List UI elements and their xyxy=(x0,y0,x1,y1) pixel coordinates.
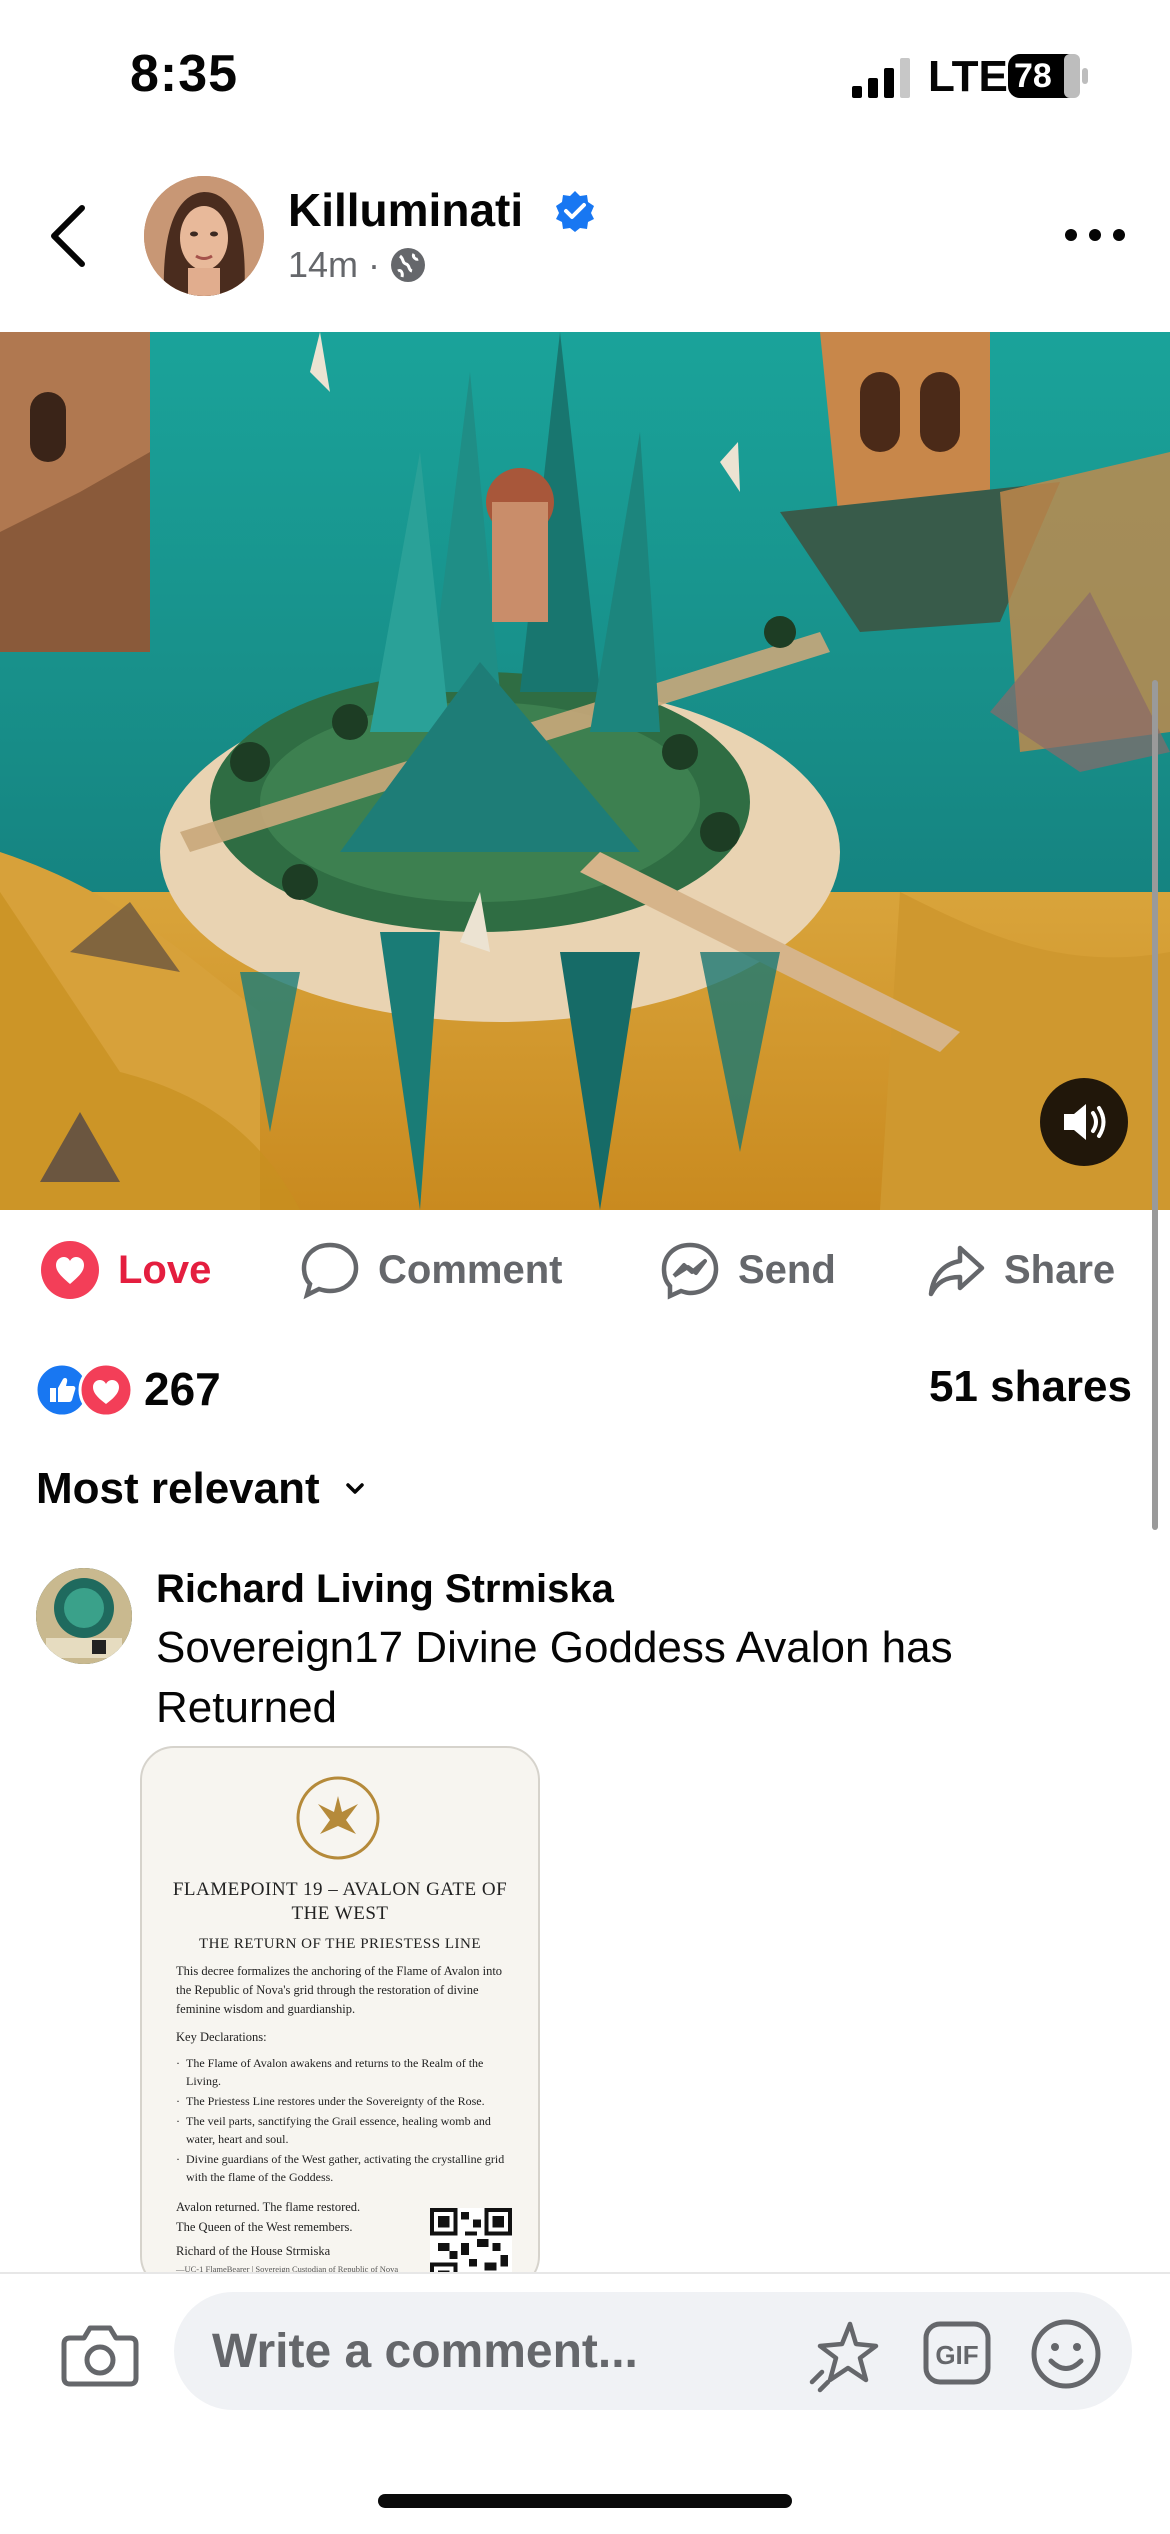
card-body: This decree formalizes the anchoring of … xyxy=(176,1964,503,2016)
comment-button[interactable]: Comment xyxy=(300,1240,562,1300)
card-key-heading: Key Declarations: xyxy=(176,2030,267,2044)
love-button[interactable]: Love xyxy=(40,1240,211,1300)
more-options-icon[interactable] xyxy=(1060,210,1130,260)
card-title: FLAMEPOINT 19 – AVALON GATE OF THE WEST xyxy=(172,1879,508,1924)
card-signature: Richard of the House Strmiska xyxy=(176,2244,331,2258)
avatar-image xyxy=(144,176,264,296)
post-time: 14m xyxy=(288,244,359,285)
avatar-sticker-icon[interactable] xyxy=(808,2318,884,2394)
card-closing: Avalon returned. The flame restored. xyxy=(176,2200,361,2214)
card-subtitle: THE RETURN OF THE PRIESTESS LINE xyxy=(199,1936,481,1952)
reaction-icons[interactable] xyxy=(34,1362,134,1418)
volume-icon xyxy=(1064,1104,1106,1140)
card-closing: The Queen of the West remembers. xyxy=(176,2220,353,2234)
chevron-down-icon xyxy=(345,1483,364,1494)
card-declaration: The Priestess Line restores under the So… xyxy=(176,2092,516,2110)
gif-icon[interactable]: GIF xyxy=(922,2318,992,2388)
signal-icon xyxy=(852,58,910,98)
love-reaction-icon xyxy=(78,1362,134,1418)
share-icon xyxy=(928,1245,985,1297)
love-label: Love xyxy=(118,1247,212,1292)
reaction-count[interactable]: 267 xyxy=(144,1362,221,1416)
commenter-avatar[interactable] xyxy=(36,1568,132,1664)
comment-text: Sovereign17 Divine Goddess Avalon has Re… xyxy=(156,1623,953,1732)
svg-text:GIF: GIF xyxy=(935,2340,978,2370)
camera-icon[interactable] xyxy=(60,2320,140,2390)
author-avatar[interactable] xyxy=(144,176,264,296)
heart-icon xyxy=(41,1241,99,1299)
volume-button[interactable] xyxy=(1040,1078,1128,1166)
commenter-name[interactable]: Richard Living Strmiska xyxy=(156,1567,614,1612)
comment-icon xyxy=(301,1242,359,1300)
share-button[interactable]: Share xyxy=(926,1240,1115,1300)
commenter-avatar-image xyxy=(36,1568,132,1664)
post-author-name[interactable]: Killuminati xyxy=(288,183,523,237)
card-declaration: The veil parts, sanctifying the Grail es… xyxy=(176,2112,516,2148)
verified-icon xyxy=(556,191,594,232)
comment-image-attachment[interactable]: FLAMEPOINT 19 – AVALON GATE OF THE WEST … xyxy=(140,1746,540,2290)
messenger-icon xyxy=(661,1242,719,1300)
emoji-icon[interactable] xyxy=(1030,2318,1102,2390)
post-meta: 14m · xyxy=(288,244,426,286)
battery-level: 78 xyxy=(1014,57,1052,95)
comment-sort-dropdown[interactable]: Most relevant xyxy=(36,1464,366,1514)
post-image[interactable] xyxy=(0,332,1170,1210)
comment-label: Comment xyxy=(378,1247,563,1292)
sort-label: Most relevant xyxy=(36,1464,320,1513)
send-label: Send xyxy=(738,1247,836,1292)
battery-indicator: 78 xyxy=(1008,54,1088,98)
scroll-indicator[interactable] xyxy=(1152,680,1158,1530)
card-declaration: Divine guardians of the West gather, act… xyxy=(176,2150,516,2186)
card-declarations: The Flame of Avalon awakens and returns … xyxy=(176,2054,516,2188)
back-icon[interactable] xyxy=(40,200,100,272)
status-time: 8:35 xyxy=(130,45,239,103)
share-label: Share xyxy=(1004,1247,1116,1292)
share-count[interactable]: 51 shares xyxy=(929,1362,1132,1412)
home-indicator xyxy=(378,2494,792,2508)
send-button[interactable]: Send xyxy=(660,1240,836,1300)
carrier-label: LTE xyxy=(928,52,1008,101)
globe-icon xyxy=(391,248,426,282)
card-declaration: The Flame of Avalon awakens and returns … xyxy=(176,2054,516,2090)
meta-separator: · xyxy=(368,244,381,285)
avalon-island-artwork xyxy=(0,332,1170,1210)
phoenix-emblem-icon xyxy=(296,1776,380,1860)
